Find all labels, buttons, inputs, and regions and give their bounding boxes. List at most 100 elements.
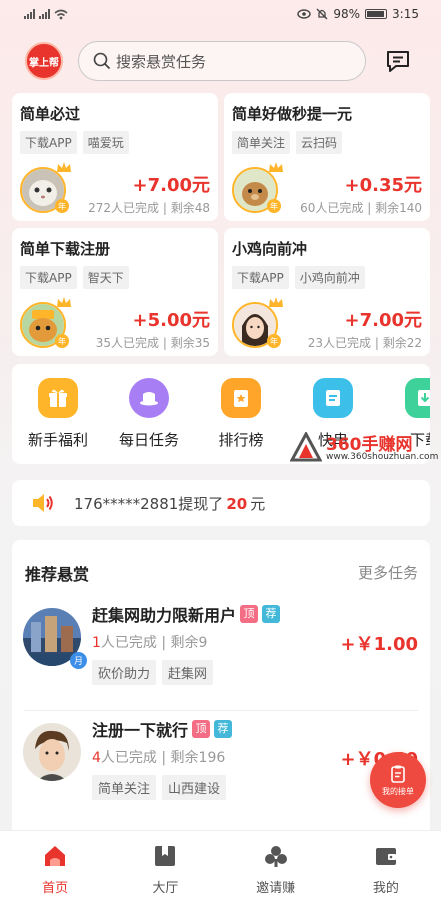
task-card[interactable]: 简单下载注册 下载APP 智天下 年 +5.00元 35人已完成 | 剩余35 xyxy=(12,228,218,356)
tab-label: 我的 xyxy=(372,881,399,896)
tab-hall[interactable]: 大厅 xyxy=(110,831,220,900)
tab-label: 首页 xyxy=(42,881,69,896)
task-tag: 下载APP xyxy=(20,131,77,154)
download-icon xyxy=(405,378,430,418)
task-tag: 智天下 xyxy=(82,266,129,289)
crown-icon xyxy=(57,162,71,172)
task-avatar: 年 xyxy=(20,162,71,213)
withdraw-notice[interactable]: 176*****2881提现了 20 元 xyxy=(12,480,430,526)
task-reward: +5.00元 xyxy=(132,310,211,331)
task-avatar xyxy=(23,723,81,781)
task-reward: +7.00元 xyxy=(132,175,211,196)
notice-suffix: 元 xyxy=(250,494,266,513)
app-logo[interactable]: 掌上帮 xyxy=(25,42,63,80)
recommend-badge: 荐 xyxy=(262,605,281,623)
task-progress: 272人已完成 | 剩余48 xyxy=(88,201,210,215)
task-reward: +7.00元 xyxy=(344,310,423,331)
level-badge: 年 xyxy=(55,199,69,213)
card-icon xyxy=(313,378,353,418)
list-item[interactable]: 注册一下就行 顶 荐 4人已完成 | 剩余196 简单关注 山西建设 +￥0.4… xyxy=(12,715,430,825)
eye-icon xyxy=(297,9,312,19)
search-icon xyxy=(93,52,111,70)
level-badge: 年 xyxy=(267,199,281,213)
tab-invite[interactable]: 邀请赚 xyxy=(221,831,331,900)
task-card[interactable]: 简单好做秒提一元 简单关注 云扫码 年 +0.35元 60人已完成 | 剩余14… xyxy=(224,93,430,221)
message-icon[interactable] xyxy=(384,47,412,75)
header: 掌上帮 搜索悬赏任务 xyxy=(0,38,441,84)
task-tag: 山西建设 xyxy=(162,775,227,800)
done-count: 1 xyxy=(92,635,101,651)
done-count: 4 xyxy=(92,750,101,766)
bottom-tab-bar: 首页 大厅 邀请赚 我的 xyxy=(0,830,441,900)
quick-item-ranking[interactable]: 排行榜 xyxy=(201,378,281,450)
crown-icon xyxy=(57,297,71,307)
watermark-url: www.360shouzhuan.com xyxy=(326,452,439,462)
invite-icon xyxy=(264,846,287,867)
task-tag: 简单关注 xyxy=(232,131,291,154)
task-title: 简单必过 xyxy=(20,105,81,123)
task-progress: 1人已完成 | 剩余9 xyxy=(92,635,208,651)
level-badge: 年 xyxy=(55,334,69,348)
search-bar[interactable]: 搜索悬赏任务 xyxy=(78,41,366,81)
tab-label: 大厅 xyxy=(152,881,179,896)
task-tag: 砍价助力 xyxy=(92,660,157,685)
clipboard-icon xyxy=(391,765,405,783)
more-tasks-link[interactable]: 更多任务 xyxy=(358,562,418,583)
quick-item-newbie[interactable]: 新手福利 xyxy=(18,378,98,450)
task-tag: 小鸡向前冲 xyxy=(294,266,365,289)
signal-icon xyxy=(24,9,35,19)
search-placeholder: 搜索悬赏任务 xyxy=(116,52,207,71)
list-item[interactable]: 月 赶集网助力限新用户 顶 荐 1人已完成 | 剩余9 砍价助力 赶集网 +￥1… xyxy=(12,600,430,710)
tab-label: 邀请赚 xyxy=(256,881,296,896)
task-tag: 云扫码 xyxy=(296,131,343,154)
speaker-icon xyxy=(33,494,53,512)
gift-icon xyxy=(38,378,78,418)
watermark-logo-icon xyxy=(290,432,322,462)
crown-icon xyxy=(269,297,283,307)
section-title: 推荐悬赏 xyxy=(25,565,90,584)
task-title: 赶集网助力限新用户 xyxy=(92,606,237,625)
quick-item-label: 排行榜 xyxy=(218,431,264,449)
task-tag: 赶集网 xyxy=(162,660,214,685)
task-progress: 35人已完成 | 剩余35 xyxy=(95,336,210,350)
task-card[interactable]: 简单必过 下载APP 喵爱玩 年 +7.00元 272人已完成 | 剩余48 xyxy=(12,93,218,221)
quick-item-label: 新手福利 xyxy=(27,431,88,449)
task-reward: +0.35元 xyxy=(344,175,423,196)
task-tag: 简单关注 xyxy=(92,775,157,800)
divider xyxy=(24,710,418,711)
task-title: 简单好做秒提一元 xyxy=(232,105,353,123)
notice-prefix: 176*****2881提现了 xyxy=(74,494,224,513)
task-card[interactable]: 小鸡向前冲 下载APP 小鸡向前冲 年 +7.00元 23人已完成 | 剩余22 xyxy=(224,228,430,356)
task-avatar: 年 xyxy=(232,297,283,348)
remaining: 剩余9 xyxy=(170,635,208,651)
status-bar: 98% 3:15 xyxy=(0,0,441,28)
done-text: 人已完成 xyxy=(100,750,157,766)
task-title: 小鸡向前冲 xyxy=(232,240,308,258)
task-name: 赶集网助力限新用户 顶 荐 xyxy=(92,602,281,626)
task-progress: 4人已完成 | 剩余196 xyxy=(92,750,226,766)
level-badge: 月 xyxy=(70,652,87,669)
quick-item-daily[interactable]: 每日任务 xyxy=(109,378,189,450)
remaining: 剩余196 xyxy=(170,750,226,766)
tab-home[interactable]: 首页 xyxy=(0,831,110,900)
signal-indicators xyxy=(24,9,68,20)
top-badge: 顶 xyxy=(192,720,211,738)
task-avatar: 年 xyxy=(232,162,283,213)
clock: 3:15 xyxy=(392,7,419,21)
done-text: 人已完成 xyxy=(100,635,157,651)
task-tag: 下载APP xyxy=(20,266,77,289)
task-avatar: 年 xyxy=(20,297,71,348)
my-orders-button[interactable]: 我的接单 xyxy=(370,752,426,808)
battery-percent: 98% xyxy=(333,7,361,21)
hall-icon xyxy=(155,846,176,866)
task-progress: 60人已完成 | 剩余140 xyxy=(300,201,422,215)
top-badge: 顶 xyxy=(240,605,259,623)
hat-icon xyxy=(129,378,169,418)
watermark: 360手赚网 www.360shouzhuan.com xyxy=(290,430,440,470)
task-title: 简单下载注册 xyxy=(20,240,111,258)
ranking-icon xyxy=(221,378,261,418)
tab-mine[interactable]: 我的 xyxy=(331,831,441,900)
task-tag: 喵爱玩 xyxy=(82,131,129,154)
battery-icon xyxy=(365,9,388,19)
wallet-icon xyxy=(375,848,396,865)
